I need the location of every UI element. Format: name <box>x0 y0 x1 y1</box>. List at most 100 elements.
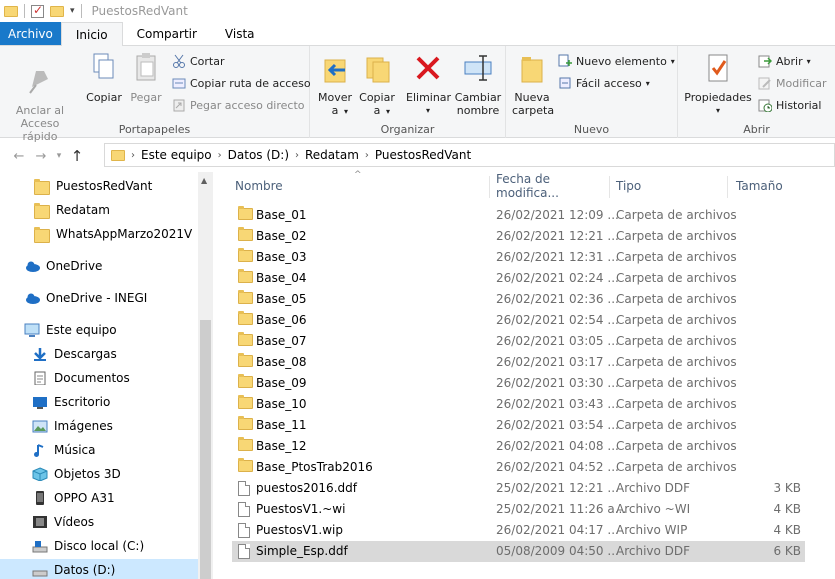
back-arrow-icon[interactable]: ← <box>8 149 30 164</box>
pin-quick-access-button[interactable]: Anclar al Acceso rápido <box>4 52 76 156</box>
file-size: 6 KB <box>773 544 801 558</box>
nav-item-puestosredvant[interactable]: PuestosRedVant <box>0 175 198 197</box>
scrollbar-thumb[interactable] <box>200 320 211 579</box>
customize-toolbar-icon[interactable]: ▾ <box>70 6 75 16</box>
nav-item-redatam[interactable]: Redatam <box>0 199 198 221</box>
open-button[interactable]: Abrir ▾ <box>758 54 811 68</box>
nav-item-label: Imágenes <box>54 419 113 433</box>
table-row[interactable]: Base_03 26/02/2021 12:31 ... Carpeta de ar… <box>232 247 805 268</box>
table-row[interactable]: PuestosV1.~wi 25/02/2021 11:26 a... Archiv… <box>232 499 805 520</box>
edit-label: Modificar <box>776 76 827 90</box>
tab-archivo[interactable]: Archivo <box>0 22 61 45</box>
file-type: Carpeta de archivos <box>616 208 737 222</box>
edit-button[interactable]: Modificar <box>758 76 827 90</box>
column-header-size[interactable]: Tamaño <box>736 172 806 200</box>
table-row[interactable]: Base_05 26/02/2021 02:36 ... Carpeta de ar… <box>232 289 805 310</box>
table-row[interactable]: Base_11 26/02/2021 03:54 ... Carpeta de ar… <box>232 415 805 436</box>
recent-locations-chevron-icon[interactable]: ▾ <box>52 151 66 161</box>
table-row[interactable]: puestos2016.ddf 25/02/2021 12:21 ... Archi… <box>232 478 805 499</box>
tab-inicio[interactable]: Inicio <box>60 22 123 46</box>
nav-item-datos-d[interactable]: Datos (D:) <box>0 559 198 579</box>
table-row[interactable]: Base_06 26/02/2021 02:54 ... Carpeta de ar… <box>232 310 805 331</box>
nav-item-videos[interactable]: Vídeos <box>0 511 198 533</box>
file-type: Carpeta de archivos <box>616 439 737 453</box>
properties-quick-icon[interactable] <box>31 3 44 18</box>
table-row[interactable]: Base_04 26/02/2021 02:24 ... Carpeta de ar… <box>232 268 805 289</box>
column-header-name[interactable]: Nombre <box>235 172 487 200</box>
nav-item-onedrive-inegi[interactable]: OneDrive - INEGI <box>0 287 198 309</box>
nav-item-escritorio[interactable]: Escritorio <box>0 391 198 413</box>
table-row[interactable]: Base_12 26/02/2021 04:08 ... Carpeta de ar… <box>232 436 805 457</box>
column-header-date[interactable]: Fecha de modifica... <box>496 172 608 200</box>
paste-shortcut-button[interactable]: Pegar acceso directo <box>172 98 305 112</box>
breadcrumb-puestosredvant[interactable]: PuestosRedVant <box>375 148 471 162</box>
address-bar[interactable]: › Este equipo › Datos (D:) › Redatam › P… <box>104 143 835 167</box>
table-row[interactable]: Base_02 26/02/2021 12:21 ... Carpeta de ar… <box>232 226 805 247</box>
table-row[interactable]: Base_10 26/02/2021 03:43 ... Carpeta de ar… <box>232 394 805 415</box>
copy-button[interactable]: Copiar <box>84 52 124 104</box>
file-type: Archivo WIP <box>616 523 688 537</box>
new-folder-quick-icon[interactable] <box>50 5 64 17</box>
delete-button[interactable]: Eliminar ▾ <box>406 52 451 117</box>
chevron-right-icon[interactable]: › <box>365 150 369 161</box>
table-row[interactable]: Base_07 26/02/2021 03:05 ... Carpeta de ar… <box>232 331 805 352</box>
folder-icon <box>238 416 253 430</box>
cut-button[interactable]: Cortar <box>172 54 225 68</box>
chevron-right-icon[interactable]: › <box>218 150 222 161</box>
table-row[interactable]: Simple_Esp.ddf 05/08/2009 04:50 ... Archiv… <box>232 541 805 562</box>
nav-item-onedrive[interactable]: OneDrive <box>0 255 198 277</box>
tab-compartir[interactable]: Compartir <box>123 22 211 45</box>
new-item-button[interactable]: Nuevo elemento ▾ <box>558 54 675 68</box>
table-row[interactable]: PuestosV1.wip 26/02/2021 04:17 ... Archivo… <box>232 520 805 541</box>
scroll-up-icon[interactable]: ▲ <box>201 176 207 185</box>
chevron-right-icon[interactable]: › <box>295 150 299 161</box>
breadcrumb-redatam[interactable]: Redatam <box>305 148 359 162</box>
nav-item-documentos[interactable]: Documentos <box>0 367 198 389</box>
nav-item-este-equipo[interactable]: Este equipo <box>0 319 198 341</box>
paste-button[interactable]: Pegar <box>128 52 164 104</box>
table-row[interactable]: Base_09 26/02/2021 03:30 ... Carpeta de ar… <box>232 373 805 394</box>
nav-item-oppo-a31[interactable]: OPPO A31 <box>0 487 198 509</box>
folder-icon <box>238 332 253 346</box>
breadcrumb-datos-d[interactable]: Datos (D:) <box>228 148 289 162</box>
column-divider[interactable] <box>609 176 610 198</box>
copy-to-button[interactable]: Copiar a ▾ <box>358 52 396 118</box>
nav-item-label: WhatsAppMarzo2021V <box>56 227 193 241</box>
file-icon <box>238 481 250 496</box>
forward-arrow-icon[interactable]: → <box>30 149 52 164</box>
new-folder-button[interactable]: Nueva carpeta <box>512 52 554 117</box>
table-row[interactable]: Base_08 26/02/2021 03:17 ... Carpeta de ar… <box>232 352 805 373</box>
rename-button[interactable]: Cambiar nombre <box>454 52 502 117</box>
move-to-button[interactable]: Mover a ▾ <box>316 52 354 118</box>
file-name: Base_08 <box>256 355 307 369</box>
file-date: 26/02/2021 04:08 ... <box>496 439 619 453</box>
nav-item-label: Música <box>54 443 96 457</box>
copy-path-button[interactable]: Copiar ruta de acceso <box>172 76 311 90</box>
breadcrumb-este-equipo[interactable]: Este equipo <box>141 148 212 162</box>
nav-item-objetos-3d[interactable]: Objetos 3D <box>0 463 198 485</box>
drive-icon <box>32 570 48 577</box>
copy-label: Copiar <box>86 91 122 104</box>
nav-item-musica[interactable]: Música <box>0 439 198 461</box>
nav-item-whatsappmarzo2021v[interactable]: WhatsAppMarzo2021V <box>0 223 198 245</box>
file-icon <box>238 502 250 517</box>
history-button[interactable]: Historial <box>758 98 821 112</box>
column-divider[interactable] <box>489 176 490 198</box>
tab-vista[interactable]: Vista <box>211 22 269 45</box>
properties-label: Propiedades <box>684 91 752 104</box>
nav-scrollbar[interactable]: ▲ <box>198 172 213 579</box>
chevron-right-icon[interactable]: › <box>131 150 135 161</box>
column-header-type[interactable]: Tipo <box>616 172 726 200</box>
nav-item-descargas[interactable]: Descargas <box>0 343 198 365</box>
nav-item-disco-local-c[interactable]: Disco local (C:) <box>0 535 198 557</box>
paste-shortcut-icon <box>173 99 185 112</box>
table-row[interactable]: Base_PtosTrab2016 26/02/2021 04:52 ... Car… <box>232 457 805 478</box>
up-arrow-icon[interactable]: ↑ <box>66 147 88 165</box>
nav-item-imagenes[interactable]: Imágenes <box>0 415 198 437</box>
easy-access-label: Fácil acceso <box>576 76 642 90</box>
title-bar: ▾ PuestosRedVant <box>0 0 835 22</box>
easy-access-button[interactable]: Fácil acceso ▾ <box>558 76 650 90</box>
table-row[interactable]: Base_01 26/02/2021 12:09 ... Carpeta de ar… <box>232 205 805 226</box>
column-divider[interactable] <box>727 176 728 198</box>
properties-button[interactable]: Propiedades ▾ <box>684 52 752 117</box>
